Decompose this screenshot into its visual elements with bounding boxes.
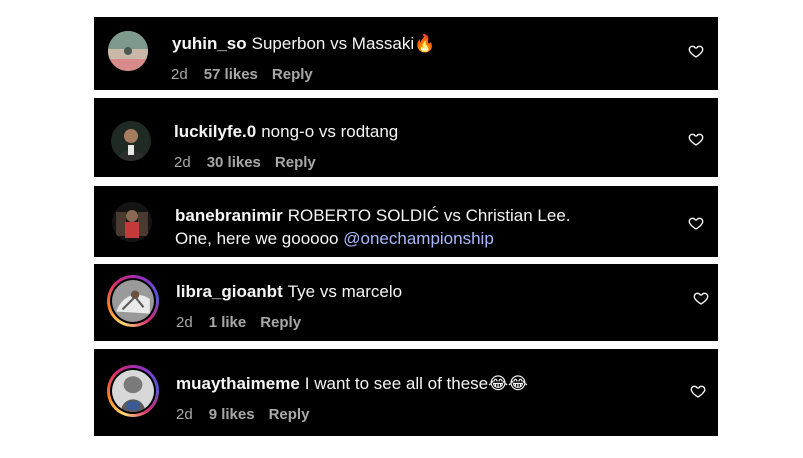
- likes-count[interactable]: 9 likes: [209, 406, 255, 423]
- comment-card: yuhin_so Superbon vs Massaki🔥 2d 57 likes R…: [94, 17, 718, 90]
- comment-card: muaythaimeme I want to see all of these😂😂…: [94, 349, 718, 436]
- timestamp[interactable]: 2d: [176, 314, 193, 331]
- likes-count[interactable]: 30 likes: [207, 154, 261, 171]
- timestamp[interactable]: 2d: [174, 154, 191, 171]
- reply-button[interactable]: Reply: [275, 154, 316, 171]
- heart-icon[interactable]: [688, 215, 704, 231]
- timestamp[interactable]: 2d: [171, 66, 188, 83]
- avatar-image: [112, 202, 152, 242]
- likes-count[interactable]: 1 like: [209, 314, 247, 331]
- avatar-story-ring[interactable]: [107, 275, 159, 327]
- comment-text: yuhin_so Superbon vs Massaki🔥: [172, 32, 435, 55]
- avatar[interactable]: [108, 31, 148, 71]
- comment-body: Superbon vs Massaki🔥: [251, 34, 436, 53]
- comment-body-continued: One, here we gooooo: [175, 229, 339, 248]
- username[interactable]: banebranimir: [175, 206, 283, 225]
- reply-button[interactable]: Reply: [260, 314, 301, 331]
- username[interactable]: yuhin_so: [172, 34, 247, 53]
- reply-button[interactable]: Reply: [269, 406, 310, 423]
- comment-body: ROBERTO SOLDIĆ vs Christian Lee.: [287, 206, 571, 225]
- comment-text: libra_gioanbt Tye vs marcelo: [176, 280, 402, 303]
- avatar-image: [112, 370, 154, 412]
- avatar: [112, 280, 154, 322]
- avatar-image: [108, 31, 148, 71]
- avatar[interactable]: [111, 121, 151, 161]
- avatar: [112, 370, 154, 412]
- heart-icon[interactable]: [690, 383, 706, 399]
- avatar-image: [111, 121, 151, 161]
- heart-icon[interactable]: [693, 290, 709, 306]
- comment-text-line2: One, here we gooooo @onechampionship: [175, 227, 494, 250]
- heart-icon[interactable]: [688, 131, 704, 147]
- comment-text: banebranimir ROBERTO SOLDIĆ vs Christian …: [175, 204, 571, 227]
- likes-count[interactable]: 57 likes: [204, 66, 258, 83]
- comment-text: muaythaimeme I want to see all of these😂😂: [176, 372, 528, 395]
- avatar-story-ring[interactable]: [107, 365, 159, 417]
- comment-body: I want to see all of these😂😂: [304, 374, 528, 393]
- username[interactable]: luckilyfe.0: [174, 122, 256, 141]
- comment-meta: 2d 1 like Reply: [176, 314, 301, 332]
- avatar-image: [112, 280, 154, 322]
- comment-card: luckilyfe.0 nong-o vs rodtang 2d 30 likes R…: [94, 98, 718, 177]
- comment-card: banebranimir ROBERTO SOLDIĆ vs Christian …: [94, 186, 718, 257]
- comment-meta: 2d 57 likes Reply: [171, 66, 313, 84]
- avatar[interactable]: [112, 202, 152, 242]
- comment-body: Tye vs marcelo: [287, 282, 403, 301]
- comment-card: libra_gioanbt Tye vs marcelo 2d 1 like Repl…: [94, 264, 718, 341]
- timestamp[interactable]: 2d: [176, 406, 193, 423]
- username[interactable]: libra_gioanbt: [176, 282, 283, 301]
- heart-icon[interactable]: [688, 43, 704, 59]
- comment-body: nong-o vs rodtang: [261, 122, 399, 141]
- reply-button[interactable]: Reply: [272, 66, 313, 83]
- comment-meta: 2d 30 likes Reply: [174, 154, 316, 172]
- comment-text: luckilyfe.0 nong-o vs rodtang: [174, 120, 398, 143]
- mention-link[interactable]: @onechampionship: [343, 229, 494, 248]
- comment-meta: 2d 9 likes Reply: [176, 406, 309, 424]
- username[interactable]: muaythaimeme: [176, 374, 300, 393]
